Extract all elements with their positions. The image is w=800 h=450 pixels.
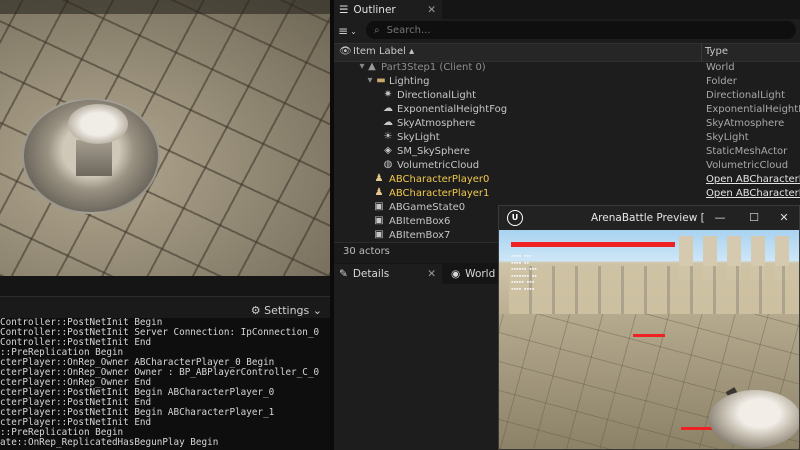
details-panel [334,284,500,450]
gear-icon: ⚙ [250,304,261,317]
preview-titlebar[interactable]: U ArenaBattle Preview [NetMode — ☐ ✕ [499,206,799,230]
output-log[interactable]: Controller::PostNetInit Begin Controller… [0,318,330,450]
outliner-row[interactable]: ▾ ▲ Part3Step1 (Client 0) World [334,61,800,75]
debug-stats: ▪▪▪▪ ▪▪▪ ▪▪▪▪ ▪▪ ▪▪▪▪▪▪ ▪▪▪ ▪▪▪▪▪▪▪ ▪▪ ▪▪▪▪▪… [511,254,537,292]
outliner-icon: ☰ [339,3,349,16]
search-icon: ⌕ [374,24,380,36]
search-box: ⌕ [366,21,796,39]
outliner-tab-bar: ☰ Outliner ✕ [334,0,800,19]
close-icon[interactable]: ✕ [427,4,436,16]
skylight-icon: ☀ [383,131,393,142]
type-column[interactable]: Type [705,46,728,57]
globe-icon: ◉ [451,268,461,280]
close-window-button[interactable]: ✕ [773,209,795,227]
details-tab-label: Details [352,268,390,280]
open-blueprint-link[interactable]: Open ABCharacterPlay [706,188,800,199]
player-hp-bar [511,242,675,247]
log-settings-button[interactable]: ⚙ Settings ⌄ [251,304,322,317]
preview-window[interactable]: U ArenaBattle Preview [NetMode — ☐ ✕ ▪▪▪… [498,205,800,450]
open-blueprint-link[interactable]: Open ABCharacterPlay [706,174,800,185]
outliner-tab-label: Outliner [353,3,396,16]
outliner-row[interactable]: ♟ ABCharacterPlayer0 Open ABCharacterPla… [334,173,800,187]
cloud-icon: ◍ [383,159,393,170]
filter-icon: ≡ [338,24,349,38]
outliner-column-header: 👁 Item Label ▴ Type [334,43,800,62]
search-input[interactable] [384,23,769,37]
fog-icon: ☁ [383,103,393,114]
outliner-row[interactable]: ▾ ▬ Lighting Folder [334,75,800,89]
outliner-row[interactable]: ◈ SM_SkySphere StaticMeshActor [334,145,800,159]
tab-outliner[interactable]: ☰ Outliner ✕ [334,0,442,19]
static-mesh-icon: ◈ [384,145,392,156]
close-icon[interactable]: ✕ [427,268,436,280]
actor-icon: ▣ [374,201,384,212]
tab-world-settings[interactable]: ◉ World S [446,264,506,284]
actor-count: 30 actors [343,246,390,257]
settings-label: Settings [264,304,310,317]
outliner-search-row: ≡ ⌄ ⌕ [334,19,800,43]
outliner-row[interactable]: ☀ SkyLight SkyLight [334,131,800,145]
pedestal-foreground [709,390,799,448]
pedestal-dish [68,104,128,144]
outliner-row[interactable]: ♟ ABCharacterPlayer1 Open ABCharacterPla… [334,187,800,201]
pawn-icon: ♟ [374,187,384,198]
chevron-down-icon: ⌄ [350,26,357,36]
viewport-top-edge [0,0,330,14]
folder-icon: ▬ [376,75,386,86]
minimize-button[interactable]: — [709,209,731,227]
pawn-icon: ♟ [374,173,384,184]
preview-window-title: ArenaBattle Preview [NetMode [591,212,704,224]
atmosphere-icon: ☁ [383,117,393,128]
filter-button[interactable]: ≡ ⌄ [338,22,364,40]
actor-icon: ▣ [374,229,384,240]
actor-icon: ▣ [374,215,384,226]
tab-details[interactable]: ✎ Details ✕ [334,264,442,284]
outliner-row[interactable]: ☁ SkyAtmosphere SkyAtmosphere [334,117,800,131]
item-label-column[interactable]: Item Label ▴ [353,46,414,57]
castle-wall [509,266,799,314]
pencil-icon: ✎ [339,268,348,280]
chevron-down-icon: ⌄ [312,304,322,317]
level-viewport[interactable] [0,0,330,276]
log-line: ate::OnRep_ReplicatedHasBegunPlay Begin [0,437,219,448]
outliner-row[interactable]: ☁ ExponentialHeightFog ExponentialHeight… [334,103,800,117]
game-viewport[interactable]: ▪▪▪▪ ▪▪▪ ▪▪▪▪ ▪▪ ▪▪▪▪▪▪ ▪▪▪ ▪▪▪▪▪▪▪ ▪▪ ▪▪▪▪▪… [499,230,799,449]
unreal-logo-icon: U [507,210,523,226]
sun-icon: ✷ [383,89,393,100]
enemy-hp-bar [633,334,665,337]
pedestal-column [76,140,112,176]
visibility-eye-icon[interactable]: 👁 [339,46,352,57]
enemy-hp-bar [681,427,713,430]
outliner-row[interactable]: ✷ DirectionalLight DirectionalLight [334,89,800,103]
world-icon: ▲ [368,61,376,72]
column-divider[interactable] [701,44,702,61]
maximize-button[interactable]: ☐ [743,209,765,227]
outliner-row[interactable]: ◍ VolumetricCloud VolumetricCloud [334,159,800,173]
